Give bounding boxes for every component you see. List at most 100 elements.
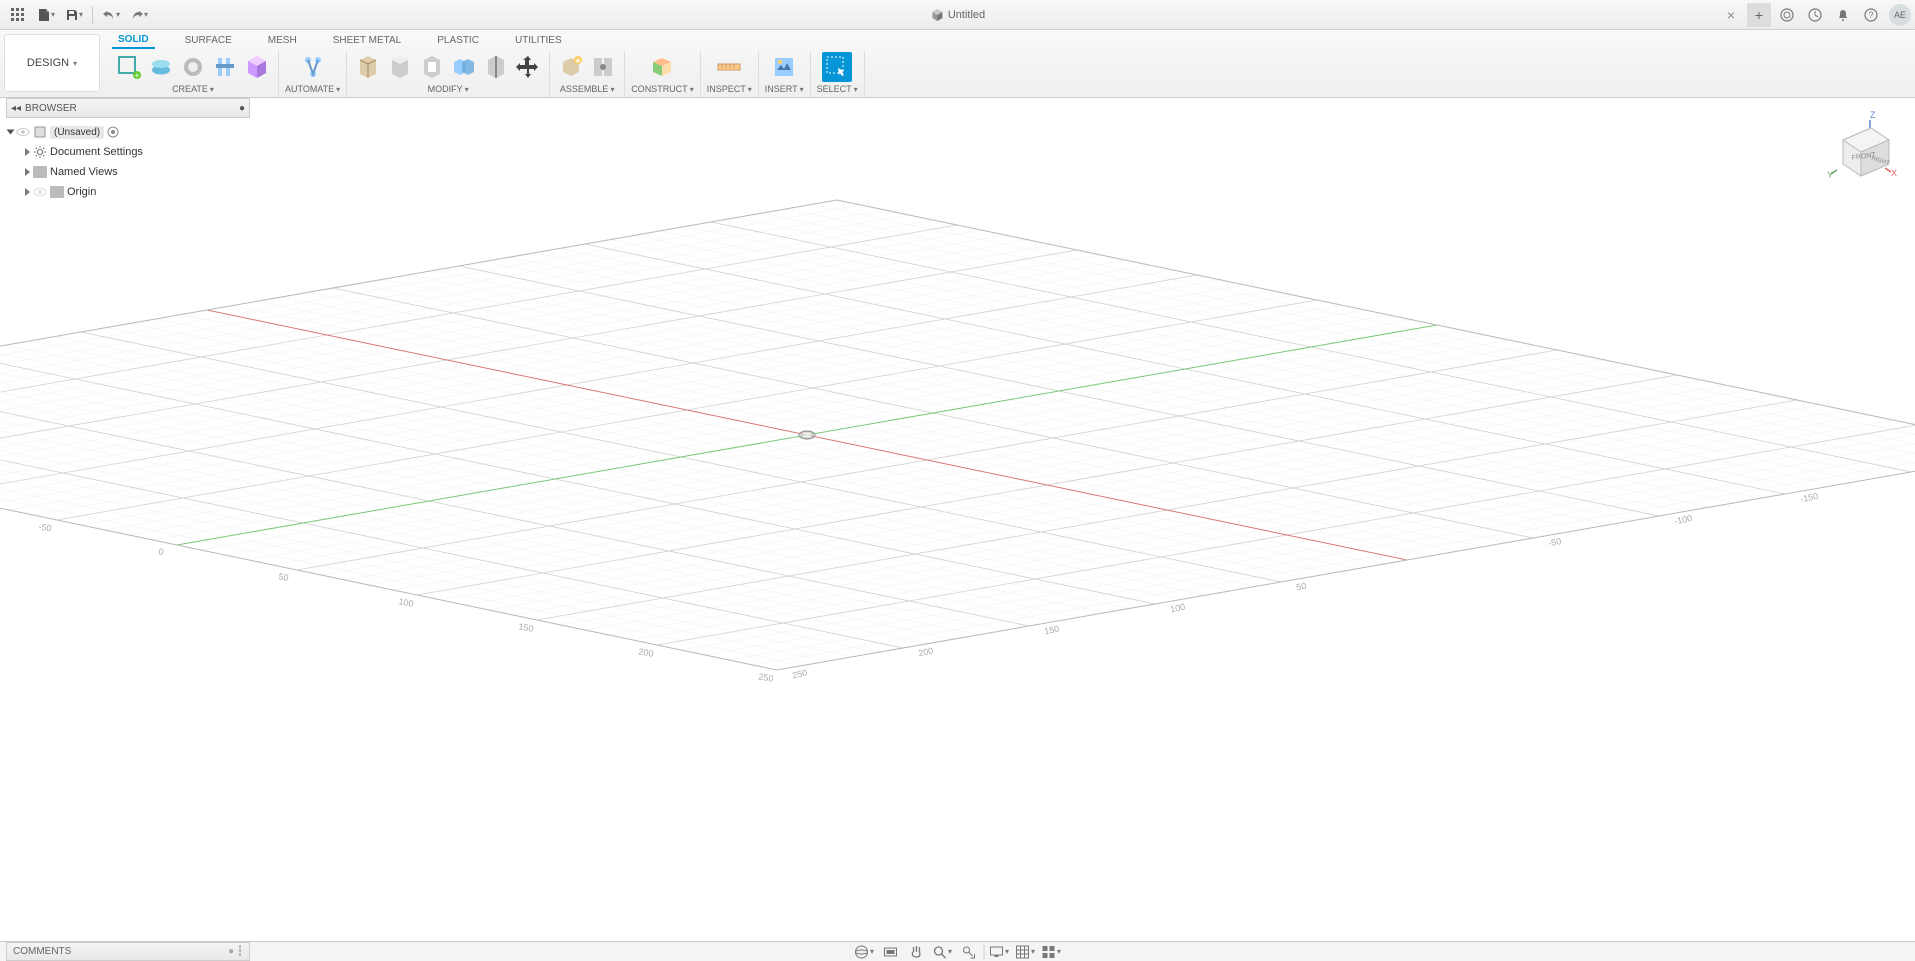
- fillet-icon[interactable]: [385, 52, 415, 82]
- root-label: (Unsaved): [50, 126, 104, 139]
- revolve-icon[interactable]: [210, 52, 240, 82]
- automate-icon[interactable]: [298, 52, 328, 82]
- expand-icon[interactable]: [25, 168, 30, 176]
- tree-root[interactable]: (Unsaved): [8, 122, 248, 142]
- create-label[interactable]: CREATE ▾: [172, 84, 214, 94]
- help-icon[interactable]: ?: [1859, 3, 1883, 27]
- navigation-toolbar: ▾ ▾ ▾ ▾ ▾: [853, 943, 1062, 961]
- tab-plastic[interactable]: PLASTIC: [431, 33, 485, 48]
- tree-label: Document Settings: [50, 146, 143, 158]
- toolgroup-automate: AUTOMATE ▾: [279, 51, 347, 97]
- folder-icon: [50, 186, 64, 198]
- svg-text:100: 100: [398, 596, 415, 608]
- display-settings-icon[interactable]: ▾: [988, 943, 1010, 961]
- gear-icon: [33, 145, 47, 159]
- shell-icon[interactable]: [417, 52, 447, 82]
- viewport-layout-icon[interactable]: ▾: [1040, 943, 1062, 961]
- emboss-icon[interactable]: [242, 52, 272, 82]
- axis-z-label: Z: [1870, 110, 1876, 120]
- browser-panel: ◂◂ BROWSER ● (Unsaved) Document Settings: [6, 98, 250, 206]
- close-tab-icon[interactable]: ×: [1719, 3, 1743, 27]
- save-icon[interactable]: ▾: [62, 3, 86, 27]
- extrude-icon[interactable]: [178, 52, 208, 82]
- select-label[interactable]: SELECT ▾: [817, 84, 858, 94]
- construct-label[interactable]: CONSTRUCT ▾: [631, 84, 694, 94]
- select-icon[interactable]: [822, 52, 852, 82]
- move-icon[interactable]: [513, 52, 543, 82]
- insert-icon[interactable]: [769, 52, 799, 82]
- insert-label[interactable]: INSERT ▾: [765, 84, 804, 94]
- grid-settings-icon[interactable]: ▾: [1014, 943, 1036, 961]
- tab-solid[interactable]: SOLID: [112, 32, 155, 49]
- document-title: Untitled: [930, 8, 985, 22]
- lookAt-icon[interactable]: [879, 943, 901, 961]
- inspect-label[interactable]: INSPECT ▾: [707, 84, 752, 94]
- split-icon[interactable]: [481, 52, 511, 82]
- new-tab-icon[interactable]: +: [1747, 3, 1771, 27]
- extensions-icon[interactable]: [1775, 3, 1799, 27]
- svg-text:0: 0: [158, 546, 165, 557]
- user-avatar[interactable]: AE: [1889, 4, 1911, 26]
- cube-icon: [930, 8, 944, 22]
- toolgroup-select: SELECT ▾: [811, 51, 865, 97]
- automate-label[interactable]: AUTOMATE ▾: [285, 84, 340, 94]
- tab-surface[interactable]: SURFACE: [179, 33, 238, 48]
- tab-mesh[interactable]: MESH: [262, 33, 303, 48]
- new-sketch-icon[interactable]: +: [114, 52, 144, 82]
- browser-tree: (Unsaved) Document Settings Named Views: [6, 118, 250, 206]
- browser-header[interactable]: ◂◂ BROWSER ●: [6, 98, 250, 118]
- axis-x-label: X: [1891, 168, 1897, 178]
- toolgroup-modify: MODIFY ▾: [347, 51, 550, 97]
- notifications-icon[interactable]: [1831, 3, 1855, 27]
- doc-title-text: Untitled: [948, 9, 985, 21]
- workspace-switcher[interactable]: DESIGN ▾: [4, 34, 100, 92]
- svg-text:150: 150: [1043, 624, 1060, 637]
- svg-text:50: 50: [1295, 581, 1307, 593]
- pan-icon[interactable]: [905, 943, 927, 961]
- toolgroup-create: + CREATE ▾: [108, 51, 279, 97]
- svg-text:100: 100: [1169, 602, 1186, 615]
- svg-text:50: 50: [278, 571, 290, 583]
- comments-panel-header[interactable]: COMMENTS ● ┇: [6, 942, 250, 961]
- assemble-label[interactable]: ASSEMBLE ▾: [560, 84, 615, 94]
- fit-icon[interactable]: [957, 943, 979, 961]
- visibility-icon[interactable]: [16, 125, 30, 139]
- svg-text:-100: -100: [1673, 513, 1693, 527]
- modify-label[interactable]: MODIFY ▾: [428, 84, 469, 94]
- new-component-icon[interactable]: ★: [556, 52, 586, 82]
- view-cube[interactable]: Z X Y FRONT RIGHT: [1823, 110, 1897, 184]
- tree-item-named-views[interactable]: Named Views: [8, 162, 248, 182]
- combine-icon[interactable]: [449, 52, 479, 82]
- radio-icon[interactable]: [107, 126, 119, 138]
- undo-icon[interactable]: ▾: [99, 3, 123, 27]
- joint-icon[interactable]: [588, 52, 618, 82]
- ribbon-tabs: SOLID SURFACE MESH SHEET METAL PLASTIC U…: [104, 30, 1915, 51]
- measure-icon[interactable]: [714, 52, 744, 82]
- viewport-area: ◂◂ BROWSER ● (Unsaved) Document Settings: [0, 98, 1915, 941]
- svg-text:-150: -150: [1799, 491, 1819, 505]
- press-pull-icon[interactable]: [353, 52, 383, 82]
- tree-label: Named Views: [50, 166, 118, 178]
- app-menu-icon[interactable]: [6, 3, 30, 27]
- expand-icon[interactable]: [25, 148, 30, 156]
- file-new-icon[interactable]: ▾: [34, 3, 58, 27]
- tree-item-document-settings[interactable]: Document Settings: [8, 142, 248, 162]
- tab-utilities[interactable]: UTILITIES: [509, 33, 568, 48]
- expand-icon[interactable]: [25, 188, 30, 196]
- tree-item-origin[interactable]: Origin: [8, 182, 248, 202]
- job-status-icon[interactable]: [1803, 3, 1827, 27]
- construct-plane-icon[interactable]: [647, 52, 677, 82]
- workspace-label: DESIGN: [27, 57, 69, 69]
- svg-text:+: +: [135, 71, 140, 80]
- visibility-icon[interactable]: [33, 185, 47, 199]
- viewport-canvas[interactable]: -250-200-150-100-50050100150200250-250-2…: [0, 98, 1915, 941]
- orbit-icon[interactable]: ▾: [853, 943, 875, 961]
- separator: [983, 945, 984, 959]
- svg-text:?: ?: [1868, 10, 1873, 20]
- tab-sheet-metal[interactable]: SHEET METAL: [327, 33, 408, 48]
- create-form-icon[interactable]: [146, 52, 176, 82]
- zoom-icon[interactable]: ▾: [931, 943, 953, 961]
- expand-icon[interactable]: [7, 130, 15, 135]
- svg-text:-50: -50: [38, 521, 53, 533]
- redo-icon[interactable]: ▾: [127, 3, 151, 27]
